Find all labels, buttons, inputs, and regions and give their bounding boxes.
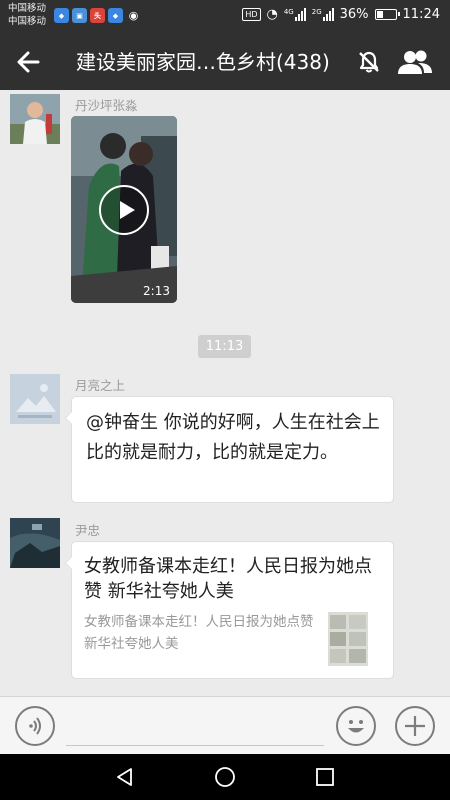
- carrier-2: 中国移动: [8, 16, 47, 27]
- chat-header: 建设美丽家园…色乡村(438): [0, 34, 450, 90]
- wechat-notification-icon: ◉: [128, 9, 139, 22]
- voice-input-icon[interactable]: [15, 706, 55, 746]
- timestamp-chip: 11:13: [198, 335, 251, 358]
- avatar[interactable]: [10, 94, 60, 144]
- battery-percent: 36%: [339, 7, 369, 22]
- link-card-message[interactable]: 女教师备课本走红！人民日报为她点赞 新华社夸她人美 女教师备课本走红！人民日报为…: [65, 541, 394, 679]
- sender-name: 丹沙坪张淼: [75, 98, 138, 113]
- news-notification-icon: 头: [90, 8, 105, 23]
- text-message-bubble[interactable]: @钟奋生 你说的好啊，人生在社会上比的就是耐力，比的就是定力。: [65, 396, 394, 503]
- video-duration: 2:13: [143, 284, 170, 298]
- emoji-icon[interactable]: [336, 706, 376, 746]
- nav-home-icon[interactable]: [214, 766, 236, 788]
- input-bar: [0, 696, 450, 754]
- video-message[interactable]: 2:13: [71, 116, 177, 303]
- play-icon[interactable]: [99, 185, 149, 235]
- link-description: 女教师备课本走红！人民日报为她点赞 新华社夸她人美: [84, 614, 314, 652]
- avatar[interactable]: [10, 374, 60, 424]
- notification-icons: ◆ ▣ 头 ◆ ◉: [54, 8, 141, 23]
- clock: 11:24: [402, 7, 440, 22]
- status-bar: 中国移动 中国移动 ◆ ▣ 头 ◆ ◉ HD ◔ 4G 2G 36% 11:24: [0, 0, 450, 34]
- app-notification-icon: ◆: [108, 8, 123, 23]
- message-text: @钟奋生 你说的好啊，人生在社会上比的就是耐力，比的就是定力。: [86, 412, 380, 463]
- link-title: 女教师备课本走红！人民日报为她点赞 新华社夸她人美: [84, 556, 372, 602]
- hd-badge: HD: [242, 8, 261, 21]
- carrier-1: 中国移动: [8, 3, 47, 14]
- signal-bars-icon: [294, 8, 306, 21]
- mute-bell-icon[interactable]: [356, 49, 382, 75]
- plus-icon[interactable]: [395, 706, 435, 746]
- link-thumbnail: [328, 612, 368, 666]
- chat-messages[interactable]: 丹沙坪张淼 2:13 11:13 月亮之上 @钟奋生 你说的好啊，人生在社会上比…: [0, 90, 450, 696]
- avatar[interactable]: [10, 518, 60, 568]
- app-notification-icon: ◆: [54, 8, 69, 23]
- signal-bars-icon: [322, 8, 334, 21]
- carrier-labels: 中国移动 中国移动: [8, 2, 46, 28]
- sender-name: 尹忠: [75, 523, 101, 538]
- wifi-icon: ◔: [266, 7, 278, 22]
- sender-name: 月亮之上: [75, 378, 126, 393]
- back-arrow-icon[interactable]: [14, 48, 44, 76]
- signal-1: 4G: [284, 8, 306, 21]
- nav-back-icon[interactable]: [114, 766, 136, 788]
- signal-2: 2G: [312, 8, 334, 21]
- group-members-icon[interactable]: [396, 48, 434, 76]
- chat-title: 建设美丽家园…色乡村(438): [76, 50, 330, 74]
- status-right: HD ◔ 4G 2G 36% 11:24: [242, 7, 440, 22]
- battery-icon: [374, 9, 400, 20]
- system-nav-bar: [0, 754, 450, 800]
- message-input[interactable]: [66, 745, 324, 746]
- nav-recents-icon[interactable]: [314, 766, 336, 788]
- app-notification-icon: ▣: [72, 8, 87, 23]
